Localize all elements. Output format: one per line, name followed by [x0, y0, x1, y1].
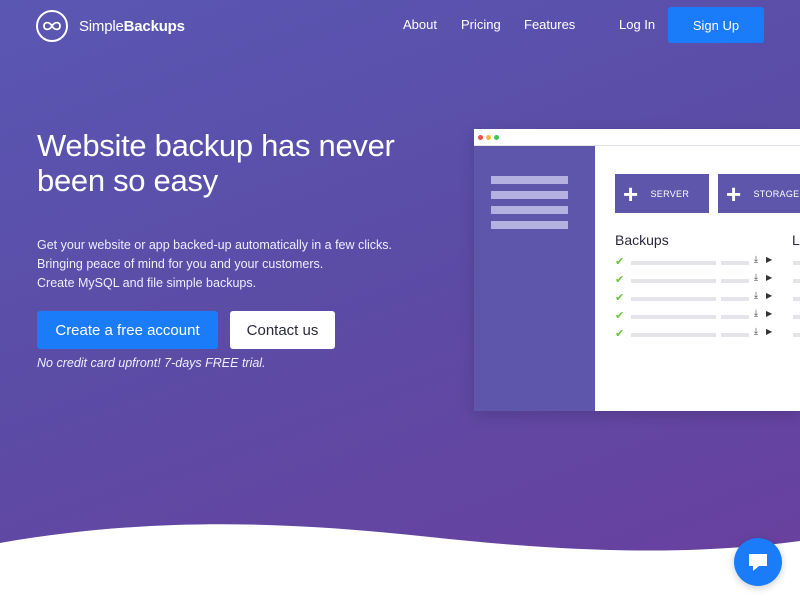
preview-backup-row: ✔ ⤓ ▶ [615, 308, 800, 323]
chat-button[interactable] [734, 538, 782, 586]
logo[interactable]: SimpleBackups [36, 10, 185, 42]
check-icon: ✔ [615, 328, 625, 340]
play-icon: ▶ [766, 327, 773, 336]
logo-text-bold: Backups [123, 17, 185, 35]
preview-backup-row: ✔ ⤓ ▶ [615, 254, 800, 269]
window-maximize-dot [494, 135, 499, 140]
plus-icon: + [623, 178, 639, 209]
preview-storage-label: STORAGE [753, 188, 800, 199]
check-icon: ✔ [615, 274, 625, 286]
hero-line-2: Bringing peace of mind for you and your … [37, 257, 324, 271]
signup-button[interactable]: Sign Up [668, 7, 764, 43]
plus-icon: + [726, 178, 742, 209]
download-icon: ⤓ [754, 326, 758, 336]
window-close-dot [478, 135, 483, 140]
preview-backups-heading: Backups [615, 232, 669, 248]
download-icon: ⤓ [754, 290, 758, 300]
preview-sidebar [474, 146, 595, 411]
preview-second-heading: L [792, 232, 800, 248]
hero-description: Get your website or app backed-up automa… [37, 236, 437, 293]
nav-login[interactable]: Log In [619, 17, 655, 32]
hero-line-3: Create MySQL and file simple backups. [37, 276, 257, 290]
check-icon: ✔ [615, 256, 625, 268]
play-icon: ▶ [766, 309, 773, 318]
sidebar-line [491, 176, 568, 184]
infinity-icon [36, 10, 68, 42]
window-minimize-dot [486, 135, 491, 140]
preview-titlebar [474, 129, 800, 146]
contact-us-button[interactable]: Contact us [230, 311, 335, 349]
nav-pricing[interactable]: Pricing [461, 17, 501, 32]
site-header: SimpleBackups About Pricing Features Log… [0, 0, 800, 50]
create-account-button[interactable]: Create a free account [37, 311, 218, 349]
sidebar-line [491, 221, 568, 229]
bottom-wave [0, 524, 800, 600]
play-icon: ▶ [766, 255, 773, 264]
trial-note: No credit card upfront! 7-days FREE tria… [37, 356, 266, 370]
preview-backup-row: ✔ ⤓ ▶ [615, 326, 800, 341]
sidebar-line [491, 206, 568, 214]
preview-backup-row: ✔ ⤓ ▶ [615, 272, 800, 287]
preview-add-storage-button: + STORAGE [718, 174, 800, 213]
logo-text: SimpleBackups [79, 18, 185, 35]
logo-text-light: Simple [79, 17, 124, 35]
nav-about[interactable]: About [403, 17, 437, 32]
hero-title: Website backup has never been so easy [37, 128, 395, 198]
preview-backup-row: ✔ ⤓ ▶ [615, 290, 800, 305]
preview-add-server-button: + SERVER [615, 174, 709, 213]
check-icon: ✔ [615, 310, 625, 322]
chat-icon [749, 554, 767, 571]
download-icon: ⤓ [754, 272, 758, 282]
sidebar-line [491, 191, 568, 199]
check-icon: ✔ [615, 292, 625, 304]
play-icon: ▶ [766, 273, 773, 282]
play-icon: ▶ [766, 291, 773, 300]
nav-features[interactable]: Features [524, 17, 575, 32]
preview-server-label: SERVER [650, 188, 690, 199]
download-icon: ⤓ [754, 308, 758, 318]
download-icon: ⤓ [754, 254, 758, 264]
hero-line-1: Get your website or app backed-up automa… [37, 238, 393, 252]
app-preview: + SERVER + STORAGE Backups L ✔ ⤓ ▶ ✔ ⤓ ▶ ✔… [474, 129, 800, 411]
